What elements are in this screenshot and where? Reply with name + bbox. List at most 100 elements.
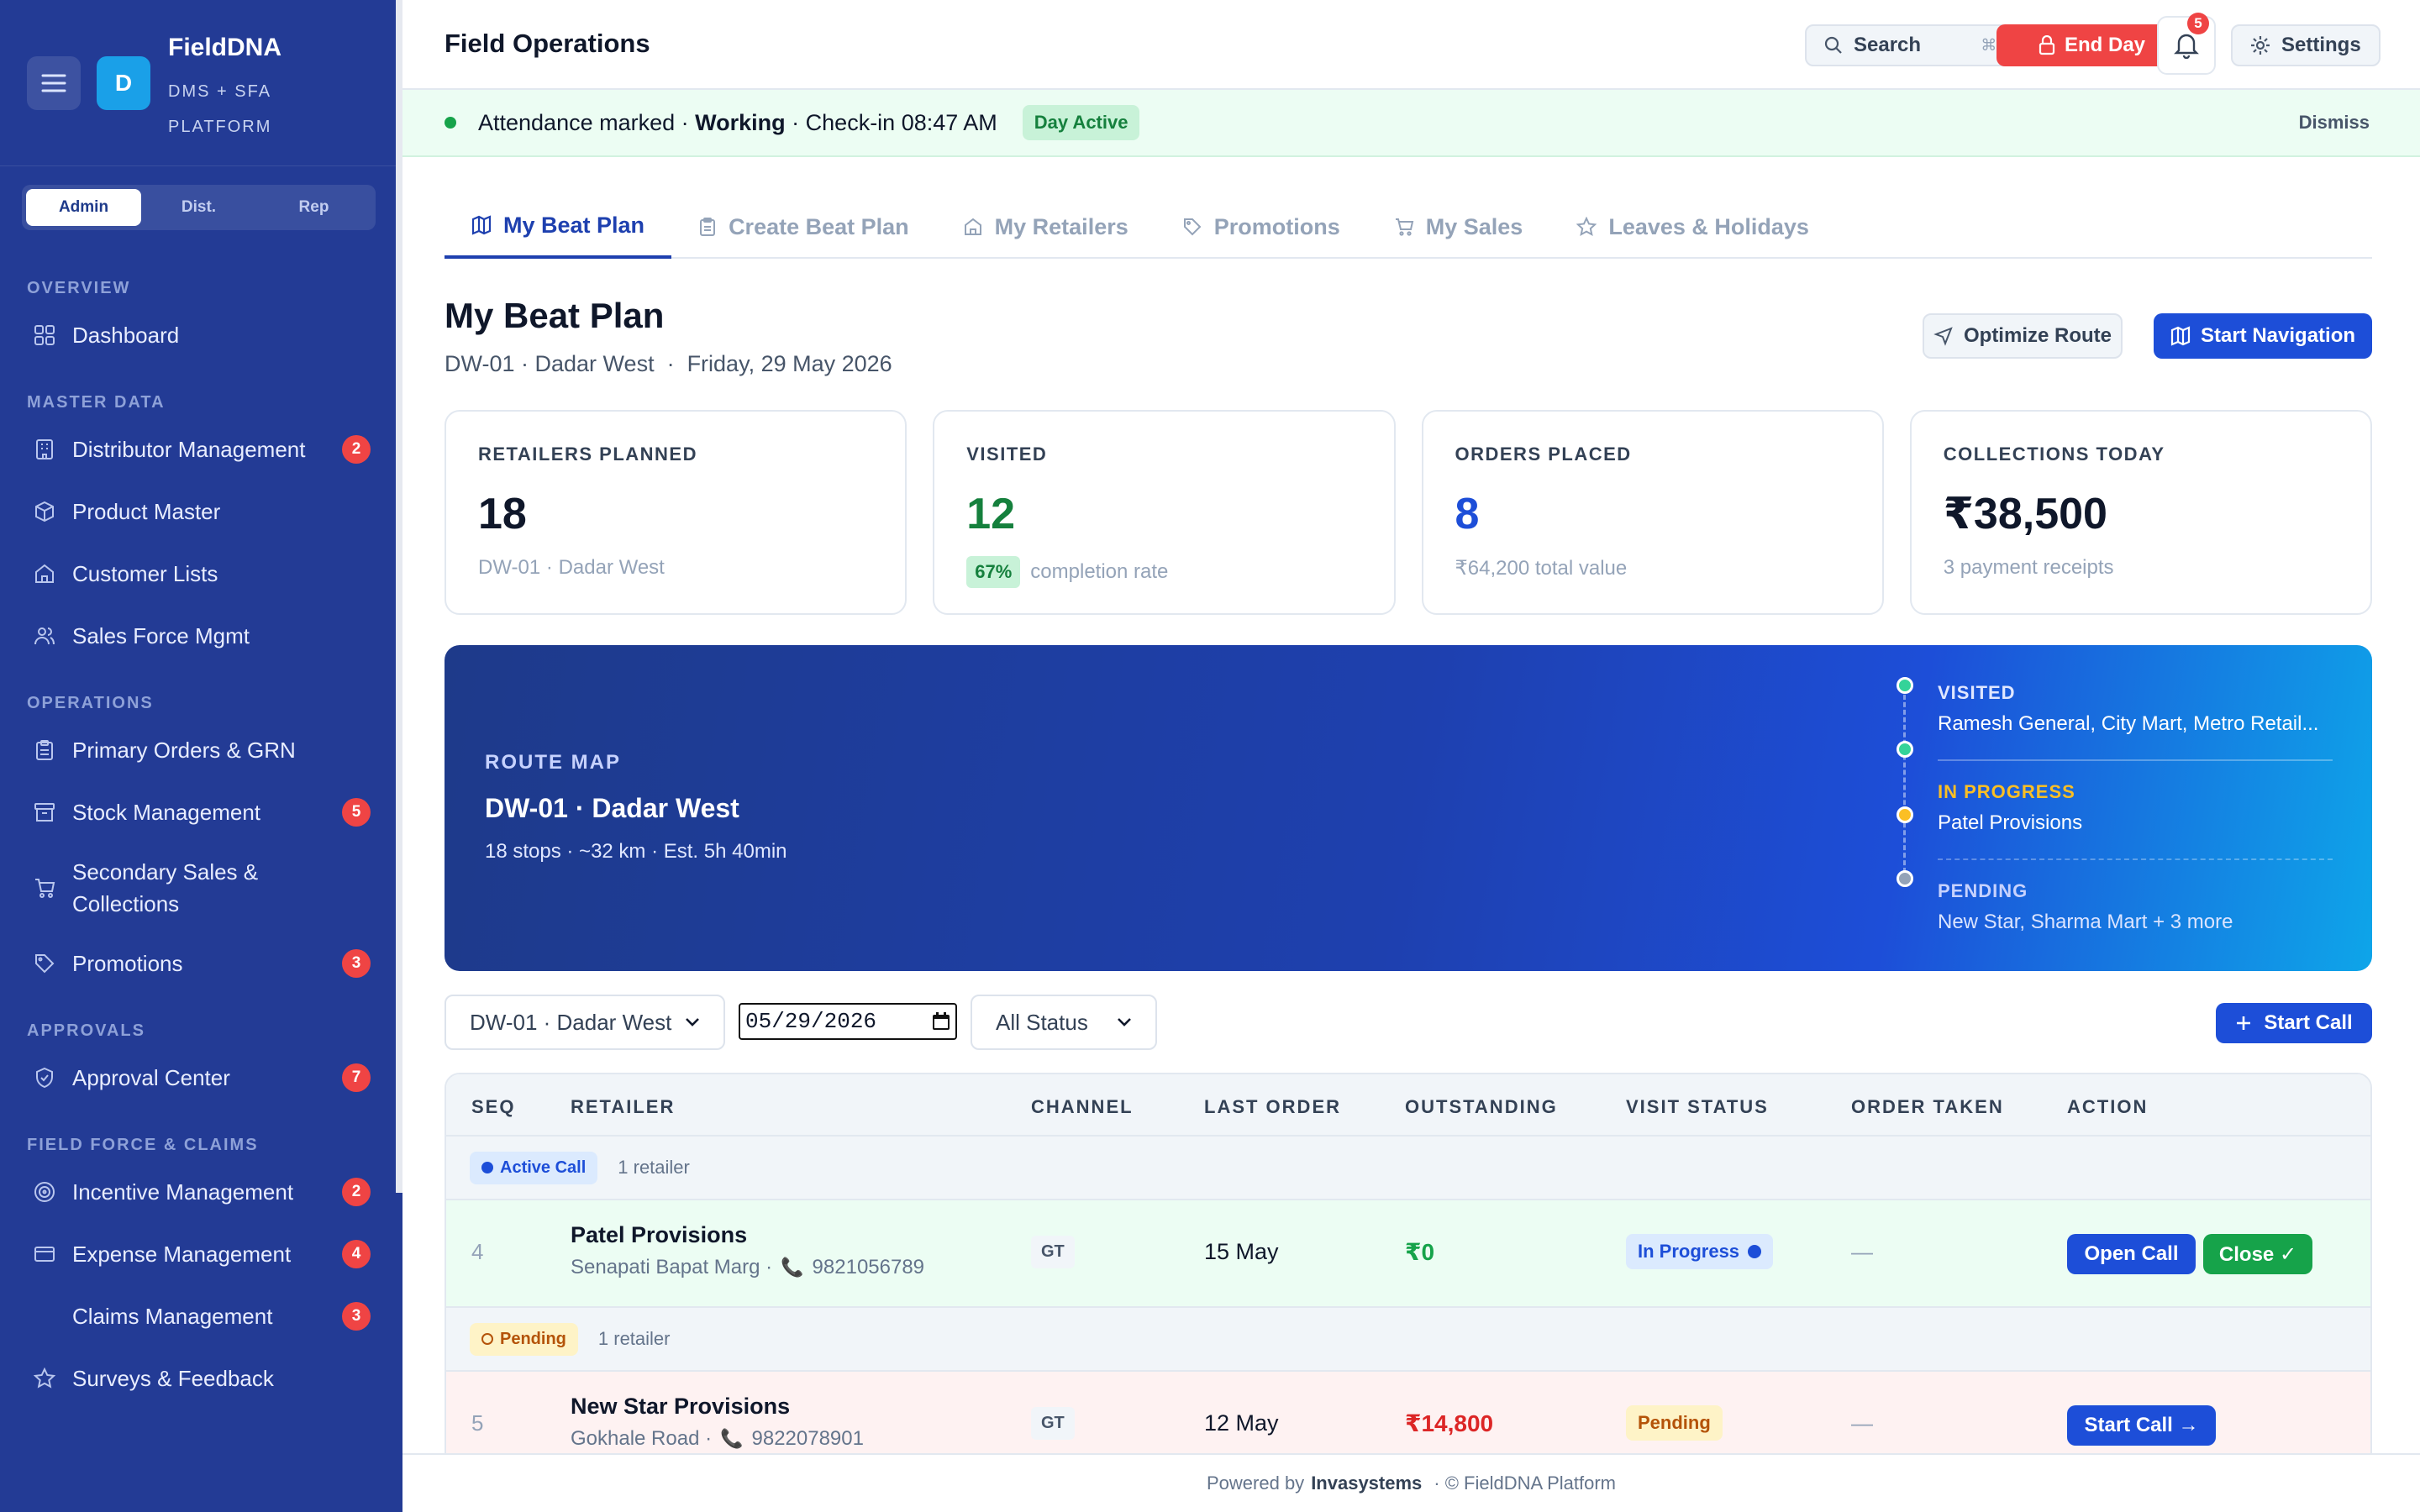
- sidebar-item-incentive-management[interactable]: Incentive Management 2: [0, 1161, 402, 1223]
- page-title: My Beat Plan: [445, 296, 665, 335]
- column-header: ORDER TAKEN: [1851, 1096, 2004, 1117]
- timeline-key: IN PROGRESS: [1938, 781, 2075, 802]
- stat-card-orders-placed: ORDERS PLACED 8 ₹64,200 total value: [1421, 410, 1884, 615]
- tab-label: My Sales: [1425, 213, 1523, 239]
- sidebar-item-sales-force[interactable]: Sales Force Mgmt: [0, 605, 402, 667]
- sidebar-item-stock-management[interactable]: Stock Management 5: [0, 781, 402, 843]
- completion-percent-badge: 67%: [966, 556, 1021, 588]
- box-icon: [32, 499, 57, 524]
- store-icon: [32, 561, 57, 586]
- settings-button[interactable]: Settings: [2231, 24, 2381, 66]
- footer-brand: Invasystems: [1311, 1473, 1423, 1494]
- sidebar-item-claims-management[interactable]: Claims Management 3: [0, 1285, 402, 1347]
- gear-icon: [2251, 36, 2270, 55]
- tab-leaves-holidays[interactable]: Leaves & Holidays: [1549, 195, 1836, 259]
- status-dot: [481, 1162, 493, 1173]
- visit-status-label: In Progress: [1638, 1241, 1740, 1262]
- search-button[interactable]: Search ⌘K: [1805, 24, 2026, 66]
- stat-value: 12: [966, 490, 1016, 538]
- status-select[interactable]: All Status: [971, 995, 1157, 1050]
- sidebar-item-customer-lists[interactable]: Customer Lists: [0, 543, 402, 605]
- timeline-value: Patel Provisions: [1938, 811, 2083, 834]
- role-distributor[interactable]: Dist.: [141, 189, 256, 226]
- sidebar-scrollbar[interactable]: [396, 0, 402, 1193]
- sidebar-item-label: Dashboard: [72, 323, 180, 348]
- column-header: ACTION: [2067, 1096, 2149, 1117]
- sidebar-item-distributor-management[interactable]: Distributor Management 2: [0, 418, 402, 480]
- sidebar-item-approval-center[interactable]: Approval Center 7: [0, 1047, 402, 1109]
- sidebar-item-dashboard[interactable]: Dashboard: [0, 304, 402, 366]
- last-order-cell: 12 May: [1204, 1410, 1279, 1436]
- start-call-button[interactable]: Start Call: [2216, 1003, 2372, 1043]
- sidebar-item-label: Secondary Sales & Collections: [72, 859, 259, 916]
- group-count: 1 retailer: [597, 1328, 671, 1349]
- sidebar-item-product-master[interactable]: Product Master: [0, 480, 402, 543]
- tab-my-beat-plan[interactable]: My Beat Plan: [445, 195, 672, 259]
- retailer-name[interactable]: New Star Provisions: [571, 1394, 790, 1420]
- status-dot: [445, 117, 456, 129]
- menu-toggle-button[interactable]: [27, 56, 81, 110]
- column-header: LAST ORDER: [1204, 1096, 1341, 1117]
- visit-status-badge: In Progress: [1626, 1234, 1774, 1269]
- optimize-route-button[interactable]: Optimize Route: [1923, 313, 2123, 359]
- tab-my-retailers[interactable]: My Retailers: [936, 195, 1155, 259]
- tab-create-beat-plan[interactable]: Create Beat Plan: [671, 195, 936, 259]
- count-badge: 2: [342, 1178, 371, 1206]
- timeline-item-pending: PENDING New Star, Sharma Mart + 3 more: [1938, 880, 2333, 934]
- stat-label: VISITED: [966, 444, 1048, 465]
- banner-suffix: · Check-in 08:47 AM: [792, 109, 997, 135]
- sidebar-item-secondary-sales[interactable]: Secondary Sales & Collections: [0, 843, 402, 932]
- banner-prefix: Attendance marked ·: [478, 109, 689, 135]
- sidebar: D FieldDNA DMS + SFA PLATFORM Admin Dist…: [0, 0, 402, 1512]
- stat-label: RETAILERS PLANNED: [478, 444, 697, 465]
- table-row[interactable]: 4 Patel Provisions Senapati Bapat Marg ·…: [446, 1200, 2370, 1308]
- date-input[interactable]: 05/29/2026: [739, 1003, 957, 1040]
- close-call-button[interactable]: Close ✓: [2203, 1234, 2312, 1274]
- column-header: VISIT STATUS: [1626, 1096, 1769, 1117]
- seq-cell: 4: [471, 1239, 484, 1264]
- start-navigation-label: Start Navigation: [2200, 324, 2356, 347]
- group-chip: Pending: [470, 1322, 578, 1356]
- map-icon: [2170, 326, 2191, 346]
- end-day-label: End Day: [2064, 34, 2146, 56]
- role-admin[interactable]: Admin: [26, 189, 141, 226]
- retailer-name[interactable]: Patel Provisions: [571, 1222, 747, 1248]
- optimize-route-label: Optimize Route: [1963, 324, 2112, 347]
- stat-desc: 67% completion rate: [966, 556, 1361, 588]
- settings-label: Settings: [2281, 34, 2361, 56]
- day-active-badge: Day Active: [1022, 105, 1140, 140]
- timeline-item-visited: VISITED Ramesh General, City Mart, Metro…: [1938, 682, 2333, 736]
- cart-icon: [32, 875, 57, 900]
- address-text: Senapati Bapat Marg ·: [571, 1256, 773, 1278]
- outstanding-cell: ₹0: [1405, 1239, 1435, 1265]
- chevron-down-icon: [686, 1018, 699, 1026]
- nav-section-title: OPERATIONS: [27, 694, 154, 712]
- start-call-row-button[interactable]: Start Call →: [2067, 1405, 2216, 1446]
- tab-promotions[interactable]: Promotions: [1155, 195, 1367, 259]
- sidebar-item-expense-management[interactable]: Expense Management 4: [0, 1223, 402, 1285]
- dismiss-button[interactable]: Dismiss: [2299, 112, 2370, 134]
- group-chip-label: Active Call: [500, 1158, 587, 1177]
- sidebar-item-primary-orders[interactable]: Primary Orders & GRN: [0, 719, 402, 781]
- sidebar-item-promotions[interactable]: Promotions 3: [0, 932, 402, 995]
- start-navigation-button[interactable]: Start Navigation: [2154, 313, 2372, 359]
- phone-number[interactable]: 9822078901: [752, 1427, 864, 1451]
- building-icon: [32, 437, 57, 462]
- brand: D FieldDNA DMS + SFA PLATFORM: [0, 0, 402, 166]
- sidebar-item-label: Product Master: [72, 499, 221, 524]
- stat-value: 18: [478, 490, 527, 538]
- beat-select[interactable]: DW-01 · Dadar West: [445, 995, 725, 1050]
- role-rep[interactable]: Rep: [256, 189, 371, 226]
- column-header: RETAILER: [571, 1096, 676, 1117]
- notifications-button[interactable]: 5: [2157, 13, 2216, 75]
- footer: Powered by Invasystems · © FieldDNA Plat…: [402, 1453, 2420, 1512]
- sidebar-item-surveys[interactable]: Surveys & Feedback: [0, 1347, 402, 1410]
- tab-label: Leaves & Holidays: [1608, 213, 1809, 239]
- phone-number[interactable]: 9821056789: [813, 1256, 924, 1279]
- calendar-icon[interactable]: [932, 1012, 950, 1031]
- open-call-button[interactable]: Open Call: [2067, 1234, 2196, 1274]
- group-header-active-call: Active Call 1 retailer: [446, 1137, 2370, 1200]
- order-taken-cell: —: [1851, 1239, 1873, 1264]
- nav-section-title: OVERVIEW: [27, 279, 131, 297]
- tab-my-sales[interactable]: My Sales: [1367, 195, 1550, 259]
